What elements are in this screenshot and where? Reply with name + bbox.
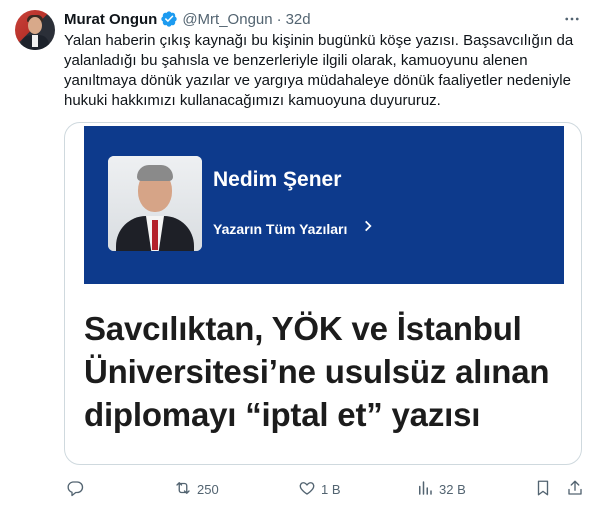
retweet-count: 250 — [197, 481, 219, 497]
tweet-text: Yalan haberin çıkış kaynağı bu kişinin b… — [64, 31, 594, 111]
tweet-text-line: hukuki hakkımızı kullanacağımızı kamuoyu… — [64, 92, 441, 109]
share-icon — [566, 479, 584, 500]
more-icon[interactable] — [559, 8, 585, 30]
retweet-button[interactable]: 250 — [174, 478, 219, 500]
views-button[interactable]: 32 B — [416, 478, 466, 500]
card-headline-line: Savcılıktan, YÖK ve İstanbul — [84, 310, 522, 347]
link-card[interactable]: Nedim Şener Yazarın Tüm Yazıları Savcılı… — [64, 122, 582, 465]
tweet-text-line: yanıltmaya dönük yazılar ve yargıya müda… — [64, 72, 571, 89]
photo-hair — [137, 165, 173, 181]
views-icon — [416, 479, 434, 500]
author-handle[interactable]: @Mrt_Ongun — [182, 11, 272, 28]
verified-badge-icon — [160, 10, 178, 28]
views-count: 32 B — [439, 481, 466, 497]
avatar-shirt — [32, 35, 38, 47]
timestamp[interactable]: 32d — [286, 11, 311, 28]
like-icon — [298, 479, 316, 500]
reply-icon — [66, 479, 84, 500]
card-headline: Savcılıktan, YÖK ve İstanbul Üniversites… — [84, 307, 574, 436]
reply-button[interactable] — [66, 478, 84, 500]
bookmark-icon — [534, 479, 552, 500]
card-all-posts-label: Yazarın Tüm Yazıları — [213, 220, 348, 237]
tweet-text-line: Yalan haberin çıkış kaynağı bu kişinin b… — [64, 32, 574, 49]
card-headline-line: Üniversitesi’ne usulsüz alınan — [84, 353, 550, 390]
avatar[interactable] — [15, 10, 55, 50]
card-banner: Nedim Şener Yazarın Tüm Yazıları — [84, 126, 564, 284]
tweet[interactable]: Murat Ongun @Mrt_Ongun · 32d Yalan haber… — [0, 0, 607, 508]
card-headline-line: diplomayı “iptal et” yazısı — [84, 396, 481, 433]
tweet-actions: 250 1 B 32 B — [64, 478, 594, 500]
tweet-text-line: yalanladığı bu şahısla ve benzerleriyle … — [64, 52, 528, 69]
like-button[interactable]: 1 B — [298, 478, 341, 500]
retweet-icon — [174, 479, 192, 500]
author-name[interactable]: Murat Ongun — [64, 11, 157, 28]
card-all-posts-link[interactable]: Yazarın Tüm Yazıları — [213, 219, 375, 238]
author-photo — [108, 156, 202, 251]
card-author-name: Nedim Şener — [213, 168, 342, 191]
share-button[interactable] — [566, 478, 584, 500]
tweet-header: Murat Ongun @Mrt_Ongun · 32d — [64, 9, 311, 29]
like-count: 1 B — [321, 481, 341, 497]
photo-tie — [152, 220, 158, 250]
chevron-right-icon — [361, 219, 375, 238]
bookmark-button[interactable] — [534, 478, 552, 500]
avatar-face — [28, 17, 42, 34]
separator-dot: · — [276, 10, 282, 28]
